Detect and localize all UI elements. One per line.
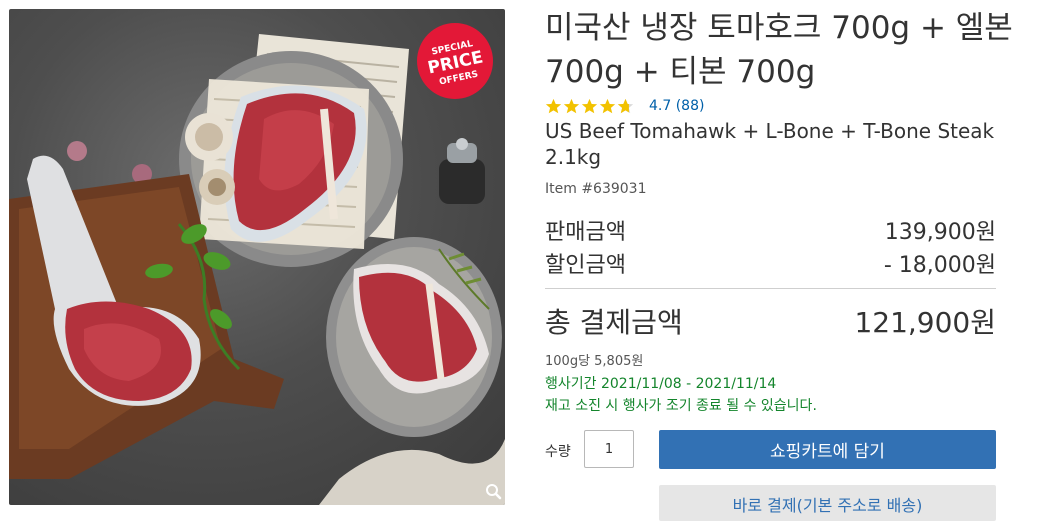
quantity-input[interactable] [584,430,634,468]
discount-row: 할인금액 - 18,000원 [545,247,996,279]
sale-price-label: 판매금액 [545,220,626,245]
product-image[interactable]: SPECIAL PRICE OFFERS [9,9,505,505]
special-price-badge: SPECIAL PRICE OFFERS [417,23,493,99]
sale-price-row: 판매금액 139,900원 [545,214,996,246]
event-period: 행사기간 2021/11/08 - 2021/11/14 [545,376,777,392]
star-rating [545,98,635,115]
quantity-label: 수량 [545,444,571,460]
rating-summary-link[interactable]: 4.7 (88) [649,98,704,114]
star-icon [599,98,616,113]
product-rating[interactable]: 4.7 (88) [545,96,704,116]
zoom-icon[interactable] [484,482,504,502]
total-price-value: 121,900원 [854,306,996,339]
buy-now-button[interactable]: 바로 결제(기본 주소로 배송) [659,485,996,521]
product-photo-illustration: SPECIAL PRICE OFFERS [9,23,505,505]
divider [545,288,996,289]
stock-notice: 재고 소진 시 행사가 조기 종료 될 수 있습니다. [545,398,817,414]
discount-label: 할인금액 [545,253,626,278]
unit-price: 100g당 5,805원 [545,354,644,369]
total-price-label: 총 결제금액 [545,306,683,339]
total-price-row: 총 결제금액 121,900원 [545,301,996,341]
sale-price-value: 139,900원 [884,220,996,245]
product-title: 미국산 냉장 토마호크 700g + 엘본 700g + 티본 700g [545,10,1013,90]
item-number: Item #639031 [545,181,647,197]
add-to-cart-button[interactable]: 쇼핑카트에 담기 [659,430,996,469]
star-icon [581,98,598,113]
discount-value: - 18,000원 [883,253,996,278]
product-subtitle: US Beef Tomahawk + L-Bone + T-Bone Steak… [545,119,995,169]
star-icon [563,98,580,113]
star-icon [545,98,562,113]
star-half-icon [617,98,634,113]
